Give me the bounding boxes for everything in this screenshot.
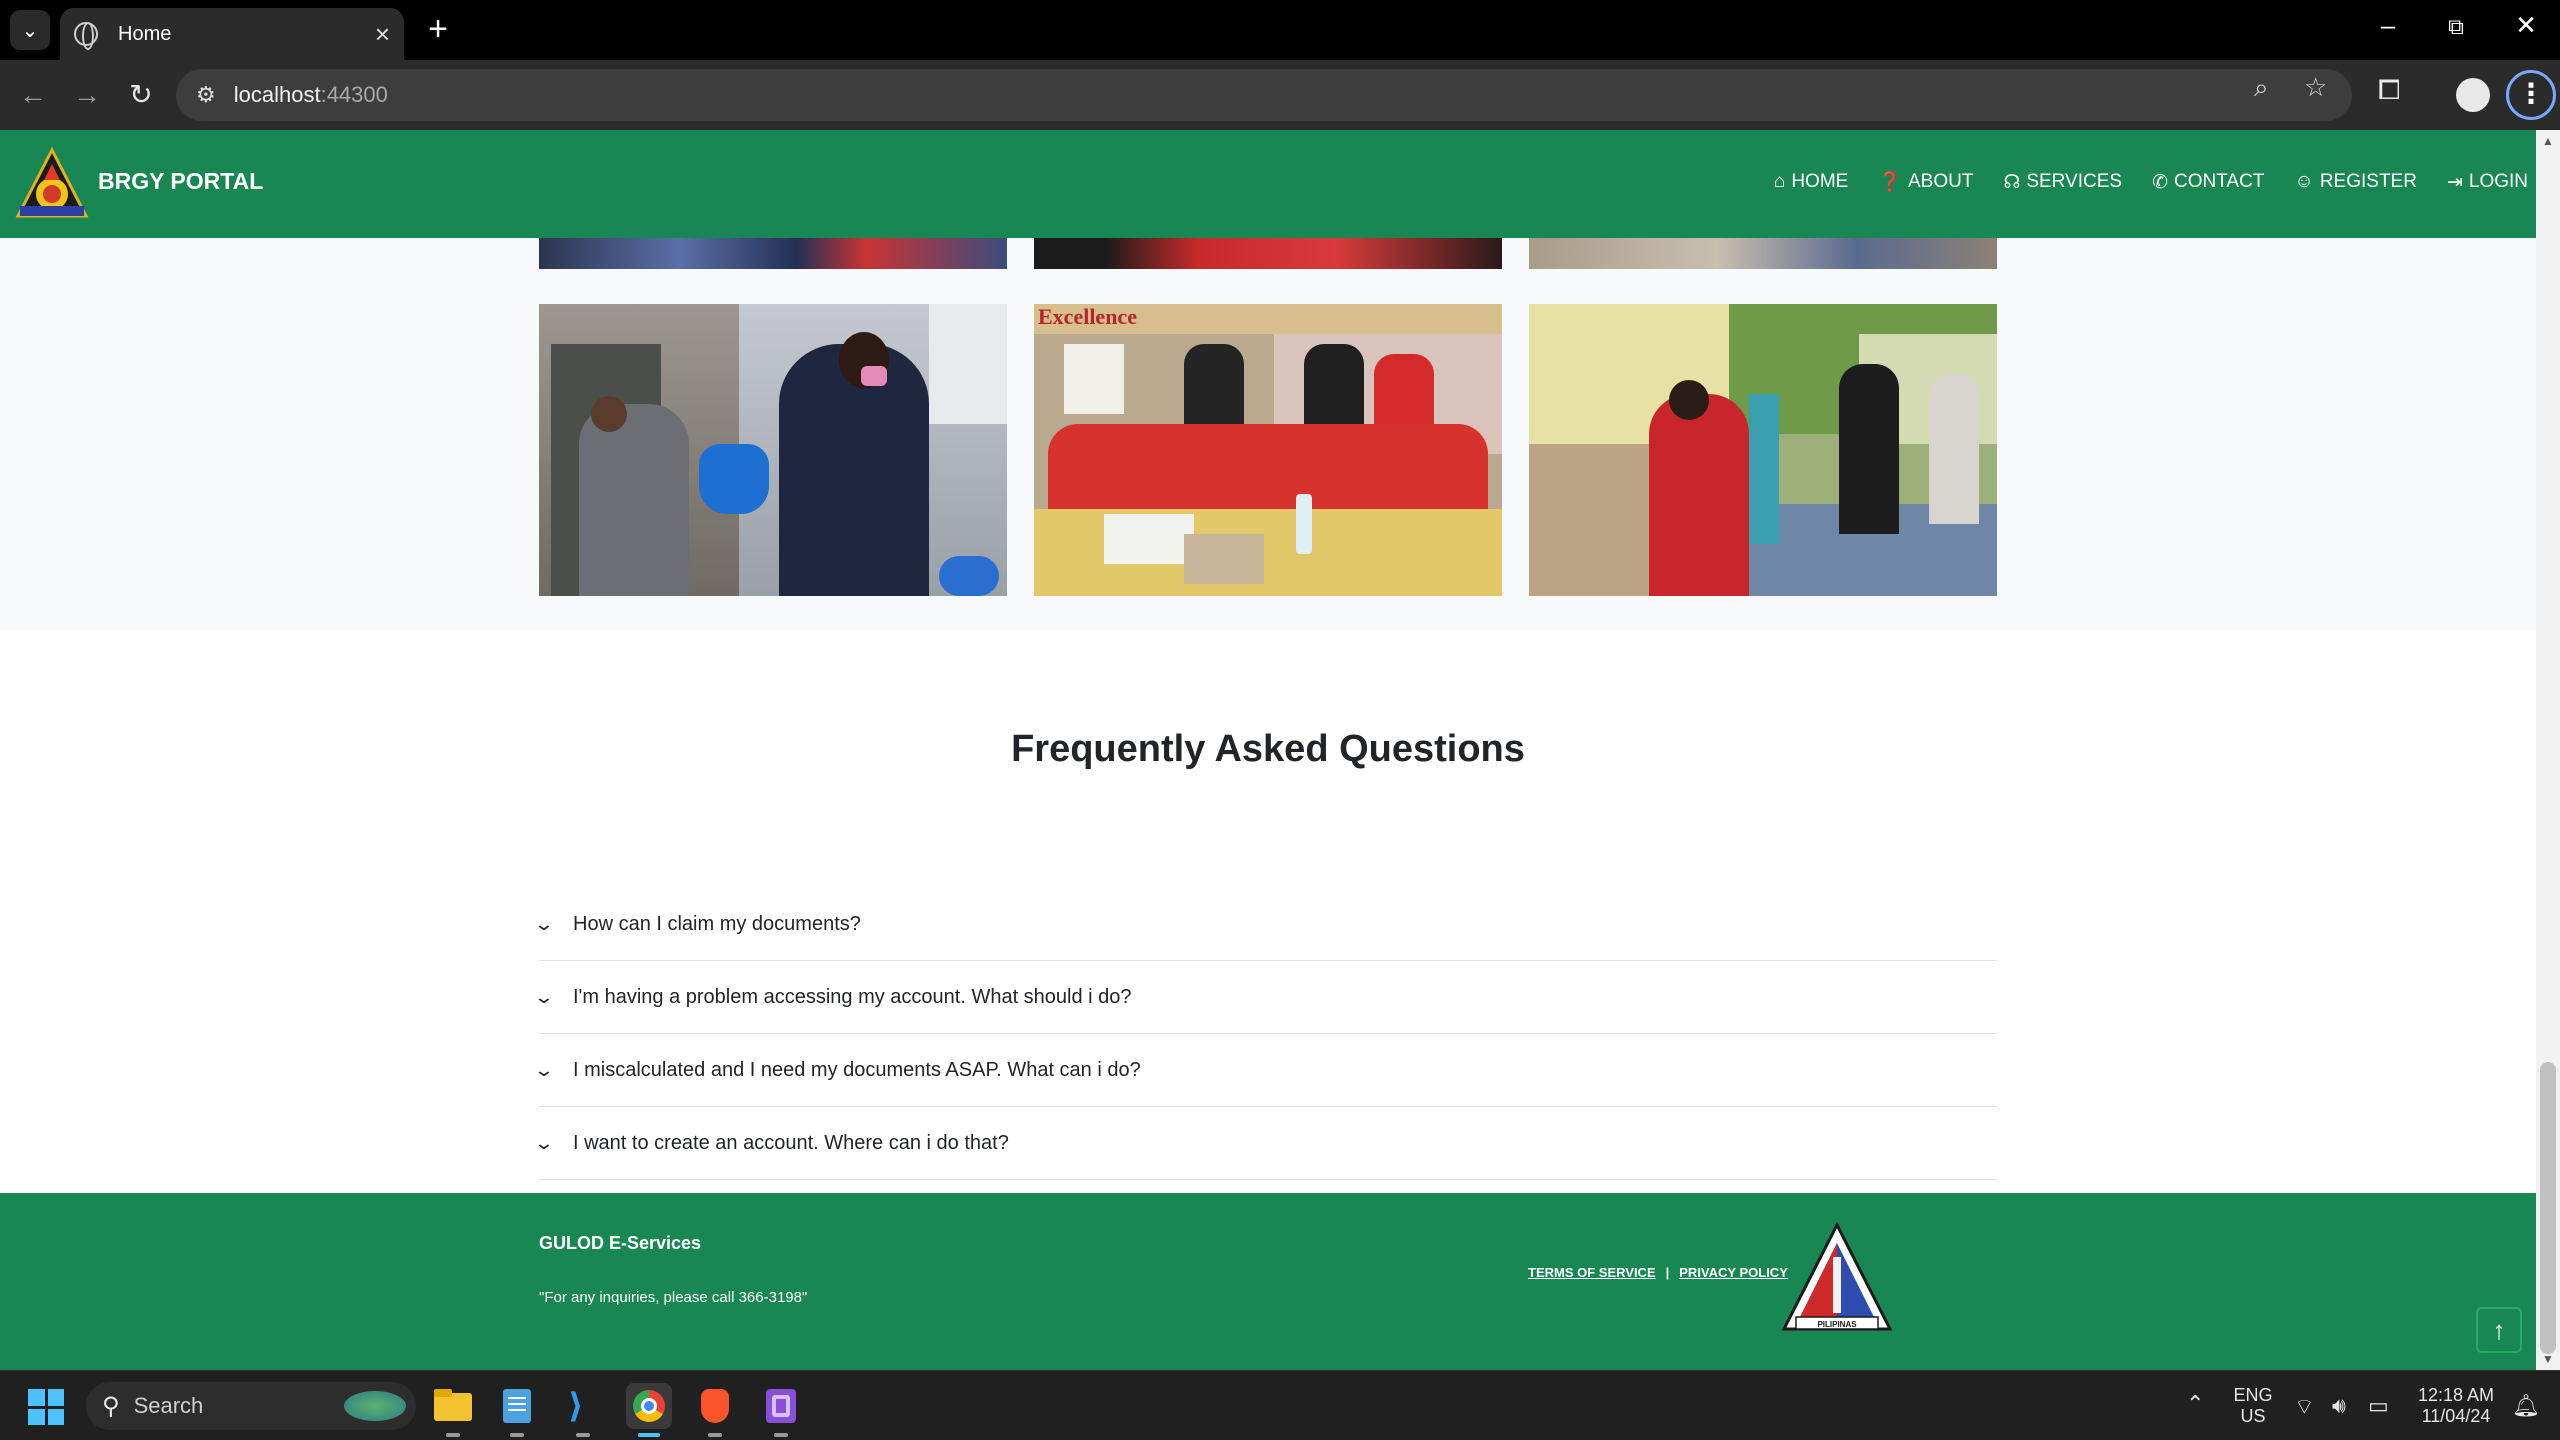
nav-register-link[interactable]: ☺ REGISTER xyxy=(2294,170,2417,194)
faq-item[interactable]: ⌄ I'm having a problem accessing my acco… xyxy=(533,961,1997,1034)
brand-name[interactable]: BRGY PORTAL xyxy=(98,168,263,195)
browser-toolbar: ← → ↻ ⚙ localhost:44300 ⌕ ☆ ⧠ ⋮ xyxy=(0,60,2560,130)
scroll-down-arrow-icon[interactable]: ▼ xyxy=(2542,1352,2554,1366)
brave-browser-icon[interactable] xyxy=(692,1383,738,1437)
privacy-policy-link[interactable]: PRIVACY POLICY xyxy=(1679,1265,1788,1280)
new-tab-plus-icon[interactable]: + xyxy=(420,10,456,50)
chevron-down-icon: ⌄ xyxy=(533,1059,555,1080)
site-navbar: BRGY PORTAL ⌂ HOME ❓ ABOUT ☊ SERVICES ✆ CONT… xyxy=(0,130,2536,238)
profile-avatar-icon[interactable] xyxy=(2456,78,2490,112)
gallery-photo-officials-table: Excellence xyxy=(1034,304,1502,596)
phone-icon: ✆ xyxy=(2152,171,2168,193)
windows-taskbar: ⚲ Search ⟩ ⌃ ENG US ⌔ 🔊︎ ▭ 12:18 AM 11/0… xyxy=(0,1370,2560,1440)
zoom-icon[interactable]: ⌕ xyxy=(2254,72,2269,104)
faq-heading: Frequently Asked Questions xyxy=(1011,728,1525,770)
site-footer: GULOD E-Services "For any inquiries, ple… xyxy=(0,1193,2536,1370)
nav-contact-link[interactable]: ✆ CONTACT xyxy=(2152,170,2264,194)
browser-menu-kebab-icon[interactable]: ⋮ xyxy=(2506,70,2556,120)
faq-question: I'm having a problem accessing my accoun… xyxy=(573,985,1132,1008)
taskbar-search-label: Search xyxy=(133,1393,204,1418)
search-highlight-icon xyxy=(344,1391,406,1421)
back-arrow-icon[interactable]: ← xyxy=(12,74,54,116)
scroll-up-arrow-icon[interactable]: ▲ xyxy=(2542,134,2554,148)
forward-arrow-icon[interactable]: → xyxy=(66,74,108,116)
vs-code-icon[interactable]: ⟩ xyxy=(560,1383,606,1437)
minimize-icon[interactable]: – xyxy=(2358,10,2418,41)
faq-question: How can I claim my documents? xyxy=(573,912,861,935)
faq-item[interactable]: ⌄ I want to create an account. Where can… xyxy=(533,1107,1997,1180)
browser-tab-strip: ⌄ Home × + – ⧉ ✕ xyxy=(0,0,2560,60)
search-icon: ⚲ xyxy=(102,1392,120,1420)
home-icon: ⌂ xyxy=(1773,171,1786,192)
chevron-down-icon: ⌄ xyxy=(533,986,555,1007)
windows-start-icon[interactable] xyxy=(28,1389,64,1425)
nav-services-link[interactable]: ☊ SERVICES xyxy=(2003,170,2122,194)
terms-of-service-link[interactable]: TERMS OF SERVICE xyxy=(1528,1265,1656,1280)
extensions-puzzle-icon[interactable]: ⧠ xyxy=(2378,74,2400,107)
tab-title: Home xyxy=(118,22,172,45)
close-window-icon[interactable]: ✕ xyxy=(2496,10,2556,41)
main-menu: ⌂ HOME ❓ ABOUT ☊ SERVICES ✆ CONTACT ☺ REGISTE… xyxy=(1774,170,2528,194)
taskbar-search[interactable]: ⚲ Search xyxy=(86,1382,416,1430)
faq-question: I want to create an account. Where can i… xyxy=(573,1131,1009,1154)
nav-login-link[interactable]: ⇥ LOGIN xyxy=(2447,170,2528,194)
restore-window-icon[interactable]: ⧉ xyxy=(2426,14,2486,40)
scroll-to-top-arrow-icon[interactable]: ↑ xyxy=(2476,1307,2522,1353)
chrome-icon[interactable] xyxy=(626,1383,672,1437)
question-circle-icon: ❓ xyxy=(1878,172,1902,193)
visual-studio-icon[interactable] xyxy=(758,1383,804,1437)
battery-icon[interactable]: ▭ xyxy=(2368,1393,2389,1419)
gallery-photo-outdoor-distribution xyxy=(1529,304,1997,596)
reload-icon[interactable]: ↻ xyxy=(120,74,162,116)
nav-about-link[interactable]: ❓ ABOUT xyxy=(1878,170,1973,194)
gallery-photo-relief-distribution xyxy=(539,304,1007,596)
footer-links: TERMS OF SERVICE | PRIVACY POLICY xyxy=(1528,1265,1788,1280)
footer-site-name: GULOD E-Services xyxy=(539,1233,702,1253)
nav-home-link[interactable]: ⌂ HOME xyxy=(1774,170,1848,194)
file-explorer-icon[interactable] xyxy=(430,1383,476,1437)
page-scrollbar[interactable]: ▲ ▼ xyxy=(2536,130,2560,1370)
faq-item[interactable]: ⌄ How can I claim my documents? xyxy=(533,888,1997,961)
address-bar[interactable]: ⚙ localhost:44300 xyxy=(176,69,2352,121)
notepad-icon[interactable] xyxy=(494,1383,540,1437)
gallery-photo xyxy=(539,238,1007,269)
clock[interactable]: 12:18 AM 11/04/24 xyxy=(2406,1385,2506,1427)
site-info-icon[interactable]: ⚙ xyxy=(196,82,216,108)
headset-icon: ☊ xyxy=(2003,171,2021,193)
gallery-photo xyxy=(1034,238,1502,269)
city-seal-icon: PILIPINAS xyxy=(1781,1221,1893,1331)
browser-tab-home[interactable]: Home × xyxy=(60,8,404,60)
bookmark-star-icon[interactable]: ☆ xyxy=(2304,72,2327,103)
footer-inquiry-note: "For any inquiries, please call 366-3198… xyxy=(539,1289,808,1306)
volume-icon[interactable]: 🔊︎ xyxy=(2332,1393,2346,1419)
scrollbar-thumb[interactable] xyxy=(2540,1062,2556,1354)
seal-label: PILIPINAS xyxy=(1817,1320,1857,1329)
tab-search-chevron-icon[interactable]: ⌄ xyxy=(10,10,50,50)
chevron-down-icon: ⌄ xyxy=(533,913,555,934)
footer-link-separator: | xyxy=(1665,1265,1670,1280)
close-tab-icon[interactable]: × xyxy=(375,19,390,50)
show-hidden-icons-chevron-icon[interactable]: ⌃ xyxy=(2186,1391,2204,1417)
globe-icon xyxy=(74,22,98,50)
gallery-photo xyxy=(1529,238,1997,269)
faq-item[interactable]: ⌄ I miscalculated and I need my document… xyxy=(533,1034,1997,1107)
language-indicator[interactable]: ENG US xyxy=(2226,1385,2280,1427)
wifi-icon[interactable]: ⌔ xyxy=(2294,1393,2315,1421)
page-viewport: Excellence BRGY PORTAL ⌂ HOME ❓ ABOUT ☊ … xyxy=(0,130,2536,1370)
faq-question: I miscalculated and I need my documents … xyxy=(573,1058,1141,1081)
sign-in-icon: ⇥ xyxy=(2446,171,2463,193)
chevron-down-icon: ⌄ xyxy=(533,1132,555,1153)
url-text[interactable]: localhost:44300 xyxy=(234,82,388,108)
barangay-logo-icon[interactable] xyxy=(14,146,90,222)
user-plus-icon: ☺ xyxy=(2294,171,2314,192)
notification-bell-icon[interactable]: 🔔︎ xyxy=(2512,1393,2540,1419)
